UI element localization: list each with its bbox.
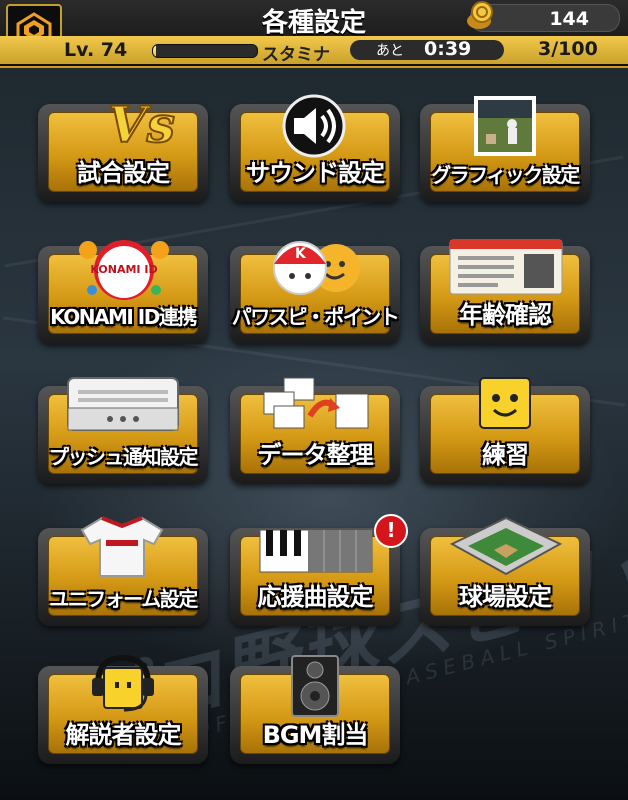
tile-label: ユニフォーム設定 (49, 587, 198, 611)
stamina-label: スタミナ (262, 45, 330, 65)
pawa-spi-point-button[interactable]: K パワスピ・ポイント (230, 241, 400, 344)
tile-label: データ整理 (257, 441, 374, 469)
vs-icon: Vs (107, 96, 176, 152)
push-device-icon (67, 377, 179, 431)
svg-text:Vs: Vs (108, 96, 175, 152)
age-confirmation-button[interactable]: 年齢確認 (420, 239, 590, 344)
smiley-block-icon (479, 377, 531, 429)
match-settings-button[interactable]: Vs 試合設定 (38, 96, 208, 202)
notification-badge: ! (374, 514, 408, 548)
tile-label: KONAMI ID連携 (50, 305, 197, 329)
konami-id-text: KONAMI ID (90, 263, 158, 276)
coin-count: 144 (549, 8, 589, 30)
cheer-song-settings-button[interactable]: ! 応援曲設定 (230, 514, 408, 626)
stamina-track (152, 44, 258, 58)
piano-icon (259, 529, 373, 573)
stamina-fill (153, 45, 157, 57)
level-display: Lv. 74 (64, 39, 127, 61)
tile-label: プッシュ通知設定 (49, 445, 199, 469)
konami-id-icon: KONAMI ID (78, 236, 170, 300)
stamina-count: 3/100 (538, 38, 598, 60)
uniform-settings-button[interactable]: ユニフォーム設定 (38, 516, 208, 626)
uniform-icon (80, 516, 164, 577)
tile-label: 球場設定 (459, 583, 552, 611)
speaker-icon (282, 94, 346, 158)
konami-id-button[interactable]: KONAMI ID KONAMI ID連携 (38, 240, 208, 344)
graphic-settings-button[interactable]: グラフィック設定 (420, 96, 590, 202)
stadium-settings-button[interactable]: 球場設定 (420, 516, 590, 626)
sound-settings-button[interactable]: サウンド設定 (230, 94, 400, 202)
id-card-icon (449, 239, 563, 295)
tile-label: BGM割当 (262, 721, 369, 749)
bgm-assign-button[interactable]: BGM割当 (230, 655, 400, 764)
push-notification-button[interactable]: プッシュ通知設定 (38, 377, 208, 484)
svg-text:K: K (295, 246, 307, 262)
tile-label: 試合設定 (77, 159, 170, 187)
timer-prefix: あと (376, 43, 404, 59)
tile-label: サウンド設定 (246, 159, 385, 187)
coin-counter[interactable]: 144 (467, 1, 620, 32)
level-label: Lv. (64, 39, 95, 61)
graphic-thumbnail-icon (474, 96, 536, 156)
tile-label: 練習 (482, 441, 529, 469)
tile-label: パワスピ・ポイント (231, 305, 400, 329)
data-transfer-icon (263, 377, 369, 429)
practice-button[interactable]: 練習 (420, 377, 590, 484)
level-value: 74 (100, 39, 128, 61)
coin-hand-icon (467, 1, 493, 29)
tile-label: 応援曲設定 (257, 583, 374, 611)
tile-label: 解説者設定 (65, 721, 182, 749)
data-cleanup-button[interactable]: データ整理 (230, 377, 400, 484)
tile-label: 年齢確認 (459, 301, 552, 329)
commentator-settings-button[interactable]: 解説者設定 (38, 654, 208, 764)
stamina-bar: Lv. 74 スタミナ あと 0:39 3/100 (0, 36, 628, 65)
tile-label: グラフィック設定 (431, 163, 580, 187)
timer-value: 0:39 (424, 38, 472, 60)
stamina-timer: あと 0:39 (350, 38, 504, 60)
pawa-mascot-icon: K (273, 241, 360, 295)
stadium-icon (449, 516, 563, 576)
speaker-box-icon (291, 655, 339, 717)
top-header: 各種設定 144 Lv. 74 スタミナ あと 0:39 3/100 (0, 0, 628, 68)
headset-block-icon (92, 654, 154, 712)
